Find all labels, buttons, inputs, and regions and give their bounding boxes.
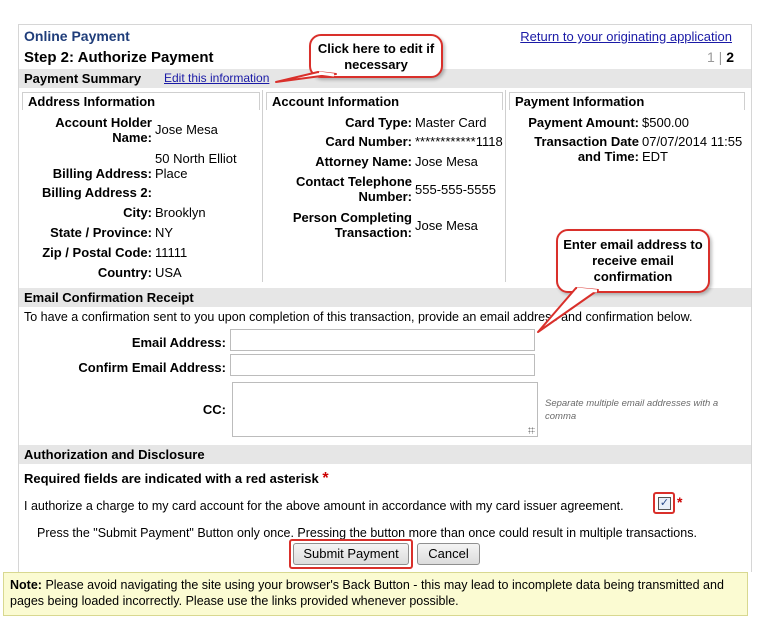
email-callout-pointer bbox=[537, 287, 599, 333]
